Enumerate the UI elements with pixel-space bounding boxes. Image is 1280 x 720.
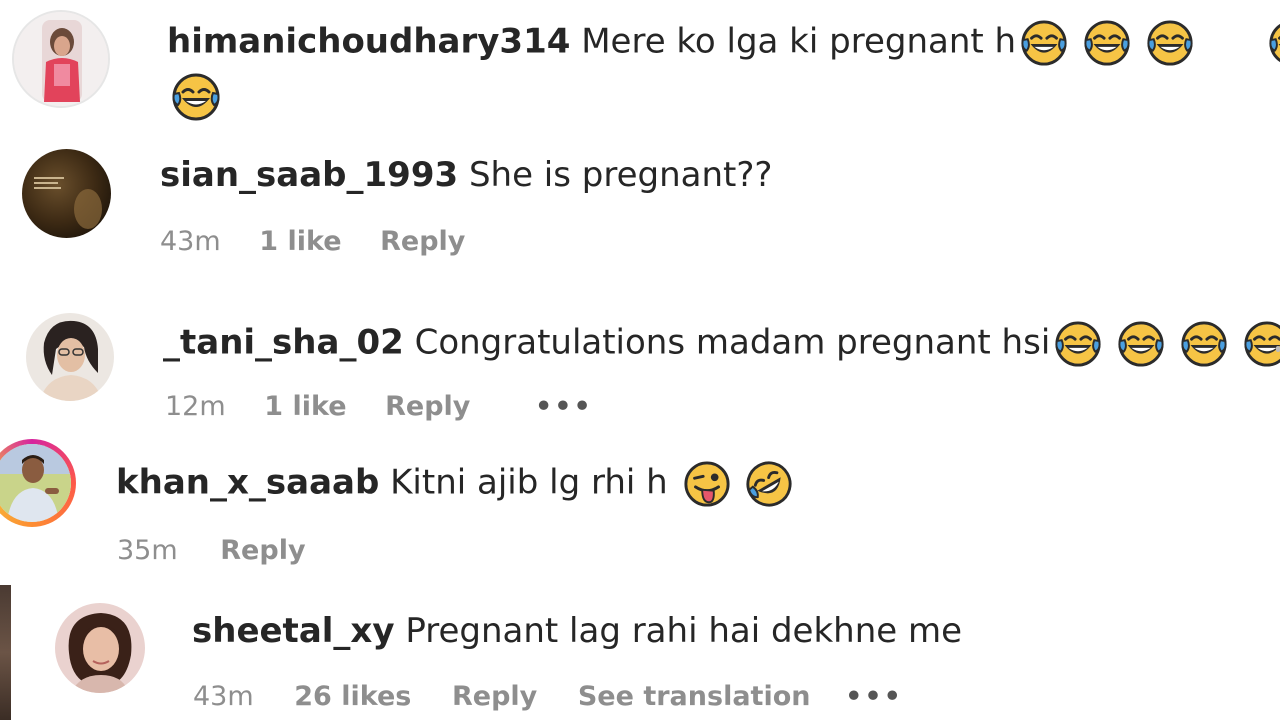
like-count[interactable]: 1 like bbox=[264, 392, 346, 422]
comment-body: She is pregnant?? bbox=[468, 155, 773, 195]
comment-body: Mere ko lga ki pregnant h bbox=[581, 21, 1017, 62]
username-link[interactable]: sheetal_xy bbox=[192, 611, 395, 651]
avatar[interactable] bbox=[12, 10, 110, 108]
face-with-tears-of-joy-icon bbox=[1268, 19, 1280, 67]
like-count[interactable]: 26 likes bbox=[294, 682, 411, 712]
comment-meta: 43m 1 like Reply bbox=[160, 227, 465, 257]
comment-text: himanichoudhary314 Mere ko lga ki pregna… bbox=[167, 19, 1194, 67]
comment-text: sheetal_xy Pregnant lag rahi hai dekhne … bbox=[192, 611, 962, 651]
comment-body: Pregnant lag rahi hai dekhne me bbox=[405, 611, 963, 651]
avatar-story-ring[interactable] bbox=[0, 439, 76, 527]
like-count[interactable]: 1 like bbox=[259, 227, 341, 257]
comment-body: Kitni ajib lg rhi h bbox=[390, 462, 668, 503]
comment-meta: 35m Reply bbox=[117, 536, 306, 566]
face-with-tears-of-joy-icon bbox=[171, 72, 221, 122]
timestamp: 35m bbox=[117, 535, 178, 566]
scroll-indicator bbox=[1276, 346, 1280, 352]
comment-text: khan_x_saaab Kitni ajib lg rhi h bbox=[116, 460, 793, 508]
rolling-on-the-floor-laughing-icon bbox=[745, 460, 793, 508]
avatar bbox=[0, 444, 71, 522]
face-with-tears-of-joy-icon bbox=[1180, 320, 1228, 368]
comment-meta: 43m 26 likes Reply See translation ••• bbox=[193, 682, 903, 712]
face-with-tears-of-joy-icon bbox=[1243, 320, 1280, 368]
comments-panel: himanichoudhary314 Mere ko lga ki pregna… bbox=[0, 0, 1280, 720]
reply-button[interactable]: Reply bbox=[220, 536, 305, 566]
emoji-group bbox=[1050, 320, 1280, 368]
comment-text: sian_saab_1993 She is pregnant?? bbox=[160, 155, 772, 195]
face-with-tears-of-joy-icon bbox=[1054, 320, 1102, 368]
timestamp: 43m bbox=[160, 226, 221, 257]
reply-button[interactable]: Reply bbox=[452, 682, 537, 712]
emoji-group bbox=[1016, 19, 1194, 67]
face-with-tears-of-joy-icon bbox=[1020, 19, 1068, 67]
more-options-icon[interactable]: ••• bbox=[535, 392, 593, 422]
avatar[interactable] bbox=[22, 149, 111, 238]
face-with-tears-of-joy-icon bbox=[1083, 19, 1131, 67]
comment-body: Congratulations madam pregnant hsi bbox=[414, 322, 1051, 363]
username-link[interactable]: khan_x_saaab bbox=[116, 463, 379, 503]
more-options-icon[interactable]: ••• bbox=[845, 682, 903, 712]
avatar[interactable] bbox=[26, 313, 114, 401]
winking-face-with-tongue-icon bbox=[683, 460, 731, 508]
username-link[interactable]: _tani_sha_02 bbox=[163, 323, 404, 363]
reply-button[interactable]: Reply bbox=[380, 227, 465, 257]
reply-button[interactable]: Reply bbox=[385, 392, 470, 422]
comment-text: _tani_sha_02 Congratulations madam pregn… bbox=[163, 320, 1280, 368]
face-with-tears-of-joy-icon bbox=[1146, 19, 1194, 67]
username-link[interactable]: himanichoudhary314 bbox=[167, 22, 570, 62]
face-with-tears-of-joy-icon bbox=[1117, 320, 1165, 368]
avatar[interactable] bbox=[55, 603, 145, 693]
see-translation-link[interactable]: See translation bbox=[578, 682, 811, 712]
emoji-group bbox=[679, 460, 794, 508]
timestamp: 12m bbox=[165, 391, 226, 422]
timestamp: 43m bbox=[193, 681, 254, 712]
comment-meta: 12m 1 like Reply ••• bbox=[165, 392, 593, 422]
side-image-edge bbox=[0, 585, 11, 720]
username-link[interactable]: sian_saab_1993 bbox=[160, 155, 458, 195]
